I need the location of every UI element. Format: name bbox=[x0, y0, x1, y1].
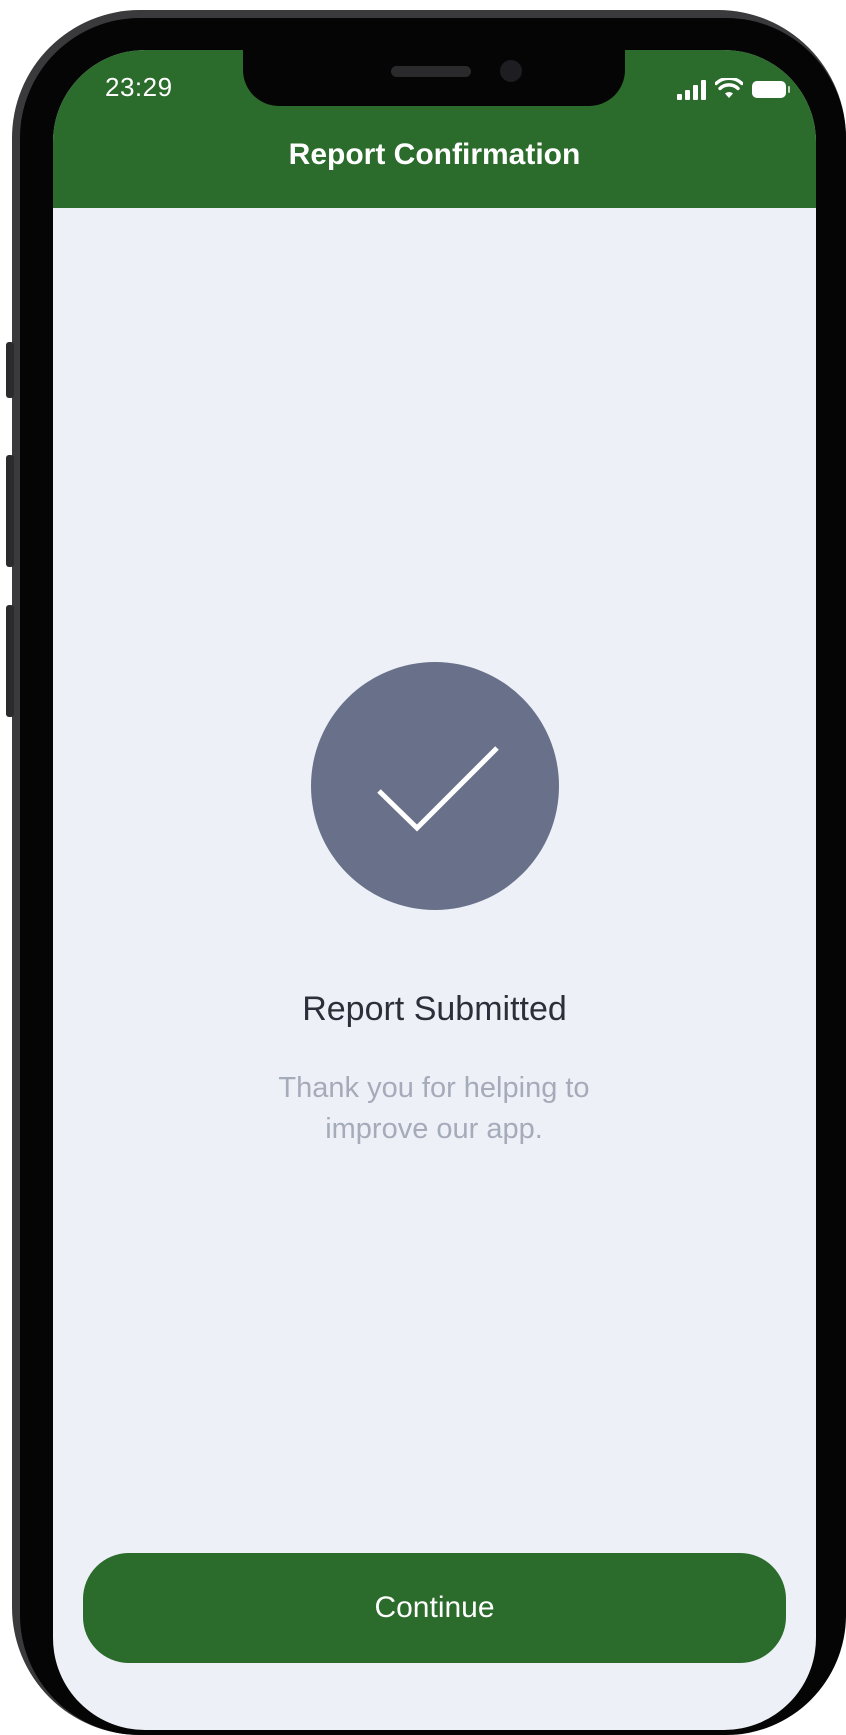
battery-icon bbox=[752, 81, 790, 98]
app-header: 23:29 Report Confirmation bbox=[53, 50, 816, 208]
volume-up-button bbox=[6, 455, 14, 567]
speaker-grille bbox=[391, 66, 471, 77]
page-title: Report Confirmation bbox=[288, 138, 581, 171]
checkmark-icon bbox=[377, 746, 499, 832]
confirmation-message: Thank you for helping to improve our app… bbox=[278, 1072, 590, 1145]
continue-button[interactable]: Continue bbox=[83, 1553, 786, 1663]
cellular-signal-icon bbox=[677, 80, 706, 100]
status-icons bbox=[677, 76, 790, 100]
front-camera-icon bbox=[500, 60, 522, 82]
camera-notch bbox=[243, 50, 625, 106]
status-time: 23:29 bbox=[105, 72, 173, 102]
volume-down-button bbox=[6, 605, 14, 717]
app-screen: 23:29 Report Confirmation Report Submitt… bbox=[53, 50, 816, 1730]
confirmation-title: Report Submitted bbox=[302, 990, 567, 1028]
mute-switch bbox=[6, 342, 14, 398]
wifi-icon bbox=[715, 78, 743, 98]
success-circle bbox=[311, 662, 559, 910]
